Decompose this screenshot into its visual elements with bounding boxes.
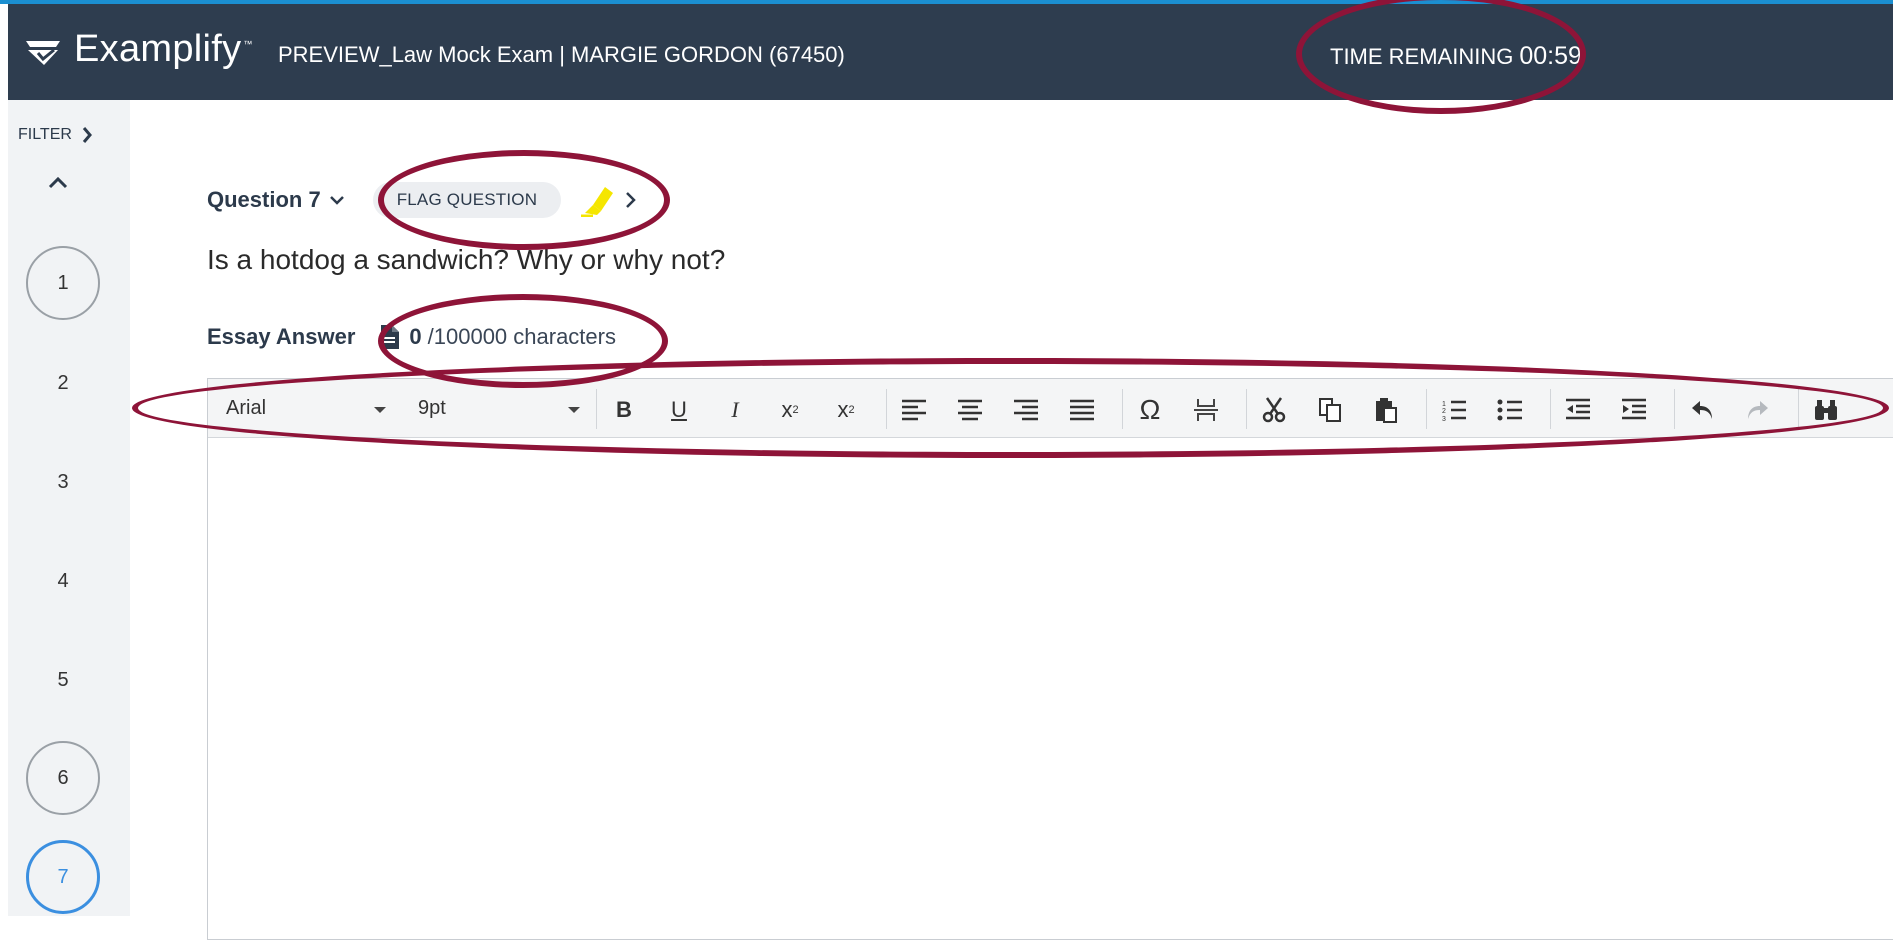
essay-text-area[interactable] [208, 438, 1893, 939]
time-remaining-value: 00:59 [1519, 42, 1582, 70]
question-navigator: FILTER 1 2 3 4 5 6 7 [8, 100, 130, 916]
toolbar-separator [1246, 389, 1247, 429]
numbered-list-icon[interactable]: 123 [1438, 395, 1470, 425]
font-family-select[interactable]: Arial [226, 397, 266, 420]
question-nav-4[interactable]: 4 [26, 544, 100, 618]
toolbar-separator [1426, 389, 1427, 429]
toolbar-separator [1798, 389, 1799, 429]
question-nav-6[interactable]: 6 [26, 741, 100, 815]
chevron-up-icon [48, 176, 68, 189]
align-right-icon[interactable] [1010, 395, 1042, 425]
svg-text:3: 3 [1442, 416, 1446, 422]
bulleted-list-icon[interactable] [1494, 395, 1526, 425]
toolbar-separator [886, 389, 887, 429]
redo-icon[interactable] [1742, 395, 1774, 425]
special-character-icon[interactable]: Ω [1134, 394, 1166, 425]
app-header: Examplify ™ PREVIEW_Law Mock Exam | MARGI… [8, 4, 1893, 100]
font-size-caret-icon[interactable] [568, 407, 580, 413]
filter-label: FILTER [18, 126, 72, 143]
essay-answer-label: Essay Answer [207, 324, 356, 349]
align-left-icon[interactable] [898, 395, 930, 425]
indent-icon[interactable] [1618, 395, 1650, 425]
left-edge [0, 4, 8, 916]
font-family-caret-icon[interactable] [374, 407, 386, 413]
time-remaining-label: TIME REMAINING [1330, 44, 1514, 69]
time-remaining: TIME REMAINING 00:59 [1330, 42, 1582, 71]
undo-icon[interactable] [1686, 395, 1718, 425]
toolbar-separator [1674, 389, 1675, 429]
question-selector[interactable]: Question 7 [207, 187, 321, 213]
essay-editor: Arial 9pt B U I x2 x2 Ω 1 2 3 [207, 378, 1893, 940]
chevron-right-icon [82, 127, 92, 143]
examplify-logo-icon [26, 41, 60, 65]
examplify-logo: Examplify ™ [24, 28, 253, 76]
paste-icon[interactable] [1370, 395, 1402, 425]
question-nav-3[interactable]: 3 [26, 445, 100, 519]
cut-icon[interactable] [1258, 395, 1290, 425]
question-header: Question 7 FLAG QUESTION [207, 182, 637, 218]
toolbar-separator [1122, 389, 1123, 429]
document-icon [381, 325, 400, 349]
chevron-down-icon[interactable] [329, 195, 345, 205]
editor-toolbar: Arial 9pt B U I x2 x2 Ω 1 2 3 [208, 379, 1893, 438]
italic-icon[interactable]: I [719, 395, 751, 425]
subscript-icon[interactable]: x2 [830, 395, 862, 425]
svg-text:1: 1 [1442, 401, 1446, 408]
font-size-select[interactable]: 9pt [418, 397, 446, 420]
chevron-right-icon[interactable] [625, 191, 637, 209]
character-count: 0 [409, 324, 422, 349]
app-name: Examplify ™ [74, 27, 253, 70]
bold-icon[interactable]: B [608, 395, 640, 425]
svg-text:2: 2 [1442, 408, 1446, 415]
scroll-up-button[interactable] [48, 176, 68, 194]
toolbar-separator [596, 389, 597, 429]
copy-icon[interactable] [1314, 395, 1346, 425]
character-limit: /100000 characters [427, 324, 616, 349]
toolbar-separator [1550, 389, 1551, 429]
question-prompt: Is a hotdog a sandwich? Why or why not? [207, 244, 726, 275]
underline-icon[interactable]: U [663, 395, 695, 425]
find-icon[interactable] [1810, 395, 1842, 425]
superscript-icon[interactable]: x2 [774, 395, 806, 425]
justify-icon[interactable] [1066, 395, 1098, 425]
flag-question-button[interactable]: FLAG QUESTION [372, 182, 562, 218]
question-nav-7[interactable]: 7 [26, 840, 100, 914]
exam-title: PREVIEW_Law Mock Exam | MARGIE GORDON (6… [278, 42, 845, 67]
page-break-icon[interactable] [1190, 395, 1222, 425]
align-center-icon[interactable] [954, 395, 986, 425]
outdent-icon[interactable] [1562, 395, 1594, 425]
question-nav-2[interactable]: 2 [26, 346, 100, 420]
highlighter-icon[interactable] [579, 183, 617, 217]
essay-answer-header: Essay Answer 0 /100000 characters [207, 324, 616, 350]
question-nav-5[interactable]: 5 [26, 643, 100, 717]
question-nav-1[interactable]: 1 [26, 246, 100, 320]
filter-button[interactable]: FILTER [18, 126, 92, 144]
